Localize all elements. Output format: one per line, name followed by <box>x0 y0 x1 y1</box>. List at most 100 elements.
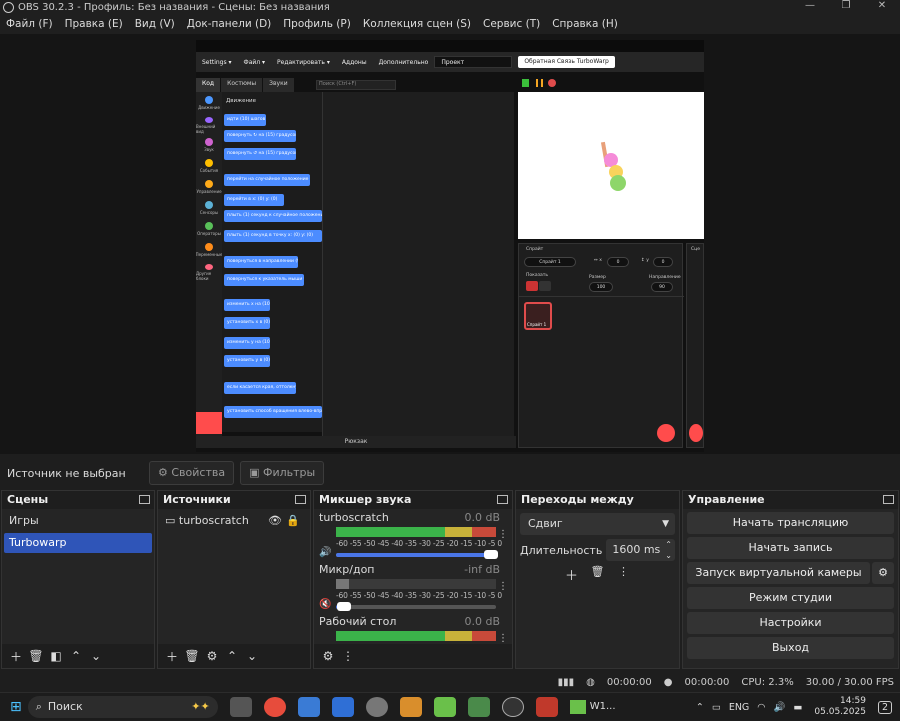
fps-readout: 30.00 / 30.00 FPS <box>806 677 894 688</box>
explorer-icon[interactable] <box>298 697 320 717</box>
minimize-icon[interactable]: — <box>792 0 828 11</box>
app-icon[interactable] <box>468 697 490 717</box>
obs-taskbar-icon[interactable] <box>502 697 524 717</box>
channel-menu-icon[interactable]: ⋮ <box>498 633 508 644</box>
move-down-icon[interactable]: ⌄ <box>242 649 262 663</box>
network-icon[interactable]: ▭ <box>712 702 721 713</box>
remove-source-icon[interactable]: 🗑 <box>182 649 202 663</box>
visibility-eye-icon[interactable]: 👁 <box>268 511 282 531</box>
mixer-menu-icon[interactable]: ⋮ <box>338 649 358 663</box>
menu-view[interactable]: Вид (V) <box>129 18 181 30</box>
scene-item-selected[interactable]: Turbowarp <box>4 533 152 553</box>
tray-chevron-icon[interactable]: ⌃ <box>696 702 704 713</box>
tw-block: повернуть ↻ на (15) градусов <box>224 130 296 142</box>
spin-arrows-icon[interactable]: ⌃⌄ <box>665 539 672 561</box>
app-icon[interactable] <box>536 697 558 717</box>
channel-menu-icon[interactable]: ⋮ <box>498 581 508 592</box>
speaker-muted-icon[interactable]: 🔇 <box>319 599 331 611</box>
speaker-icon[interactable]: 🔊 <box>319 547 331 559</box>
move-up-icon[interactable]: ⌃ <box>222 649 242 663</box>
volume-handle[interactable] <box>484 550 498 559</box>
wifi-icon[interactable]: ◠ <box>757 702 765 713</box>
preview-area[interactable]: Settings ▾ Файл ▾ Редактировать ▾ Аддоны… <box>0 34 900 454</box>
turbowarp-app-icon[interactable] <box>332 697 354 717</box>
menu-tools[interactable]: Сервис (T) <box>477 18 546 30</box>
studio-mode-button[interactable]: Режим студии <box>687 587 894 609</box>
menu-docks[interactable]: Док-панели (D) <box>181 18 278 30</box>
settings-button[interactable]: Настройки <box>687 612 894 634</box>
add-source-icon[interactable]: ＋ <box>162 648 182 665</box>
language-indicator[interactable]: ENG <box>729 702 749 713</box>
exit-button[interactable]: Выход <box>687 637 894 659</box>
stream-time: 00:00:00 <box>607 677 652 688</box>
properties-button[interactable]: ⚙ Свойства <box>149 461 234 485</box>
start-recording-button[interactable]: Начать запись <box>687 537 894 559</box>
menu-file[interactable]: Файл (F) <box>0 18 59 30</box>
volume-slider[interactable] <box>336 553 496 557</box>
virtual-camera-settings-icon[interactable]: ⚙ <box>872 562 894 584</box>
start-streaming-button[interactable]: Начать трансляцию <box>687 512 894 534</box>
channel-menu-icon[interactable]: ⋮ <box>498 529 508 540</box>
undock-icon[interactable] <box>139 495 150 504</box>
volume-icon[interactable]: 🔊 <box>774 702 786 713</box>
app-icon[interactable] <box>434 697 456 717</box>
clock[interactable]: 14:5905.05.2025 <box>810 696 870 718</box>
duration-spinbox[interactable]: 1600 ms ⌃⌄ <box>606 539 675 561</box>
app-icon[interactable] <box>366 697 388 717</box>
menu-profile[interactable]: Профиль (P) <box>277 18 357 30</box>
scene-filters-icon[interactable]: ◧ <box>46 649 66 663</box>
remove-transition-icon[interactable]: 🗑 <box>588 565 608 584</box>
add-extension-icon <box>196 412 222 434</box>
source-settings-icon[interactable]: ⚙ <box>202 649 222 663</box>
app-icon[interactable] <box>400 697 422 717</box>
filter-icon: ▣ <box>249 466 263 479</box>
stage-label: Сце <box>691 247 700 252</box>
add-scene-icon[interactable]: ＋ <box>6 648 26 665</box>
transition-select[interactable]: Сдвиг ▼ <box>520 513 675 535</box>
tw-block: плыть (1) секунд в точку x: (0) y: (0) <box>224 230 322 242</box>
start-virtual-camera-button[interactable]: Запуск виртуальной камеры <box>687 562 870 584</box>
notifications-badge[interactable]: 2 <box>878 701 892 714</box>
undock-icon[interactable] <box>295 495 306 504</box>
category-dot-icon <box>205 138 213 146</box>
transitions-dock-title: Переходы между сценами <box>516 491 679 509</box>
maximize-icon[interactable]: ❐ <box>828 0 864 11</box>
show-label: Показать <box>526 273 548 278</box>
tw-block: повернуться к указатель мыши ▾ <box>224 274 304 286</box>
copilot-sparkle-icon: ✦✦ <box>191 700 209 713</box>
menu-edit[interactable]: Правка (E) <box>59 18 129 30</box>
active-app-button[interactable]: W1... <box>570 700 616 714</box>
transition-menu-icon[interactable]: ⋮ <box>614 565 634 584</box>
windows-start-icon[interactable]: ⊞ <box>10 699 22 715</box>
source-item[interactable]: ▭ turboscratch 👁 🔒 <box>160 511 308 531</box>
lock-icon[interactable]: 🔒 <box>286 511 300 531</box>
taskbar-search[interactable]: ⌕ Поиск ✦✦ <box>28 696 218 718</box>
tw-settings: Settings ▾ <box>196 59 238 66</box>
chrome-icon[interactable] <box>264 697 286 717</box>
add-transition-icon[interactable]: ＋ <box>562 565 582 584</box>
scene-item[interactable]: Игры <box>4 511 152 531</box>
cpu-usage: CPU: 2.3% <box>741 677 793 688</box>
undock-icon[interactable] <box>497 495 508 504</box>
menu-help[interactable]: Справка (H) <box>546 18 624 30</box>
status-bar: ▮▮▮ ◍ 00:00:00 ● 00:00:00 CPU: 2.3% 30.0… <box>0 672 900 692</box>
filters-button[interactable]: ▣ Фильтры <box>240 461 324 485</box>
undock-icon[interactable] <box>883 495 894 504</box>
menu-scene-collection[interactable]: Коллекция сцен (S) <box>357 18 477 30</box>
move-down-icon[interactable]: ⌄ <box>86 649 106 663</box>
close-icon[interactable]: ✕ <box>864 0 900 11</box>
properties-bar: Источник не выбран ⚙ Свойства ▣ Фильтры <box>0 458 900 488</box>
task-view-icon[interactable] <box>230 697 252 717</box>
green-flag-icon <box>522 79 529 87</box>
remove-scene-icon[interactable]: 🗑 <box>26 649 46 663</box>
audio-settings-icon[interactable]: ⚙ <box>318 649 338 663</box>
volume-handle[interactable] <box>337 602 351 611</box>
battery-icon[interactable]: ▬ <box>793 702 802 713</box>
pause-icon <box>536 79 543 87</box>
move-up-icon[interactable]: ⌃ <box>66 649 86 663</box>
capture-top-strip <box>196 40 704 52</box>
level-meter <box>336 631 496 641</box>
y-arrow-icon: ↕ y <box>641 258 649 263</box>
volume-slider[interactable] <box>336 605 496 609</box>
tw-block: если касается края, оттолкнуться <box>224 382 296 394</box>
